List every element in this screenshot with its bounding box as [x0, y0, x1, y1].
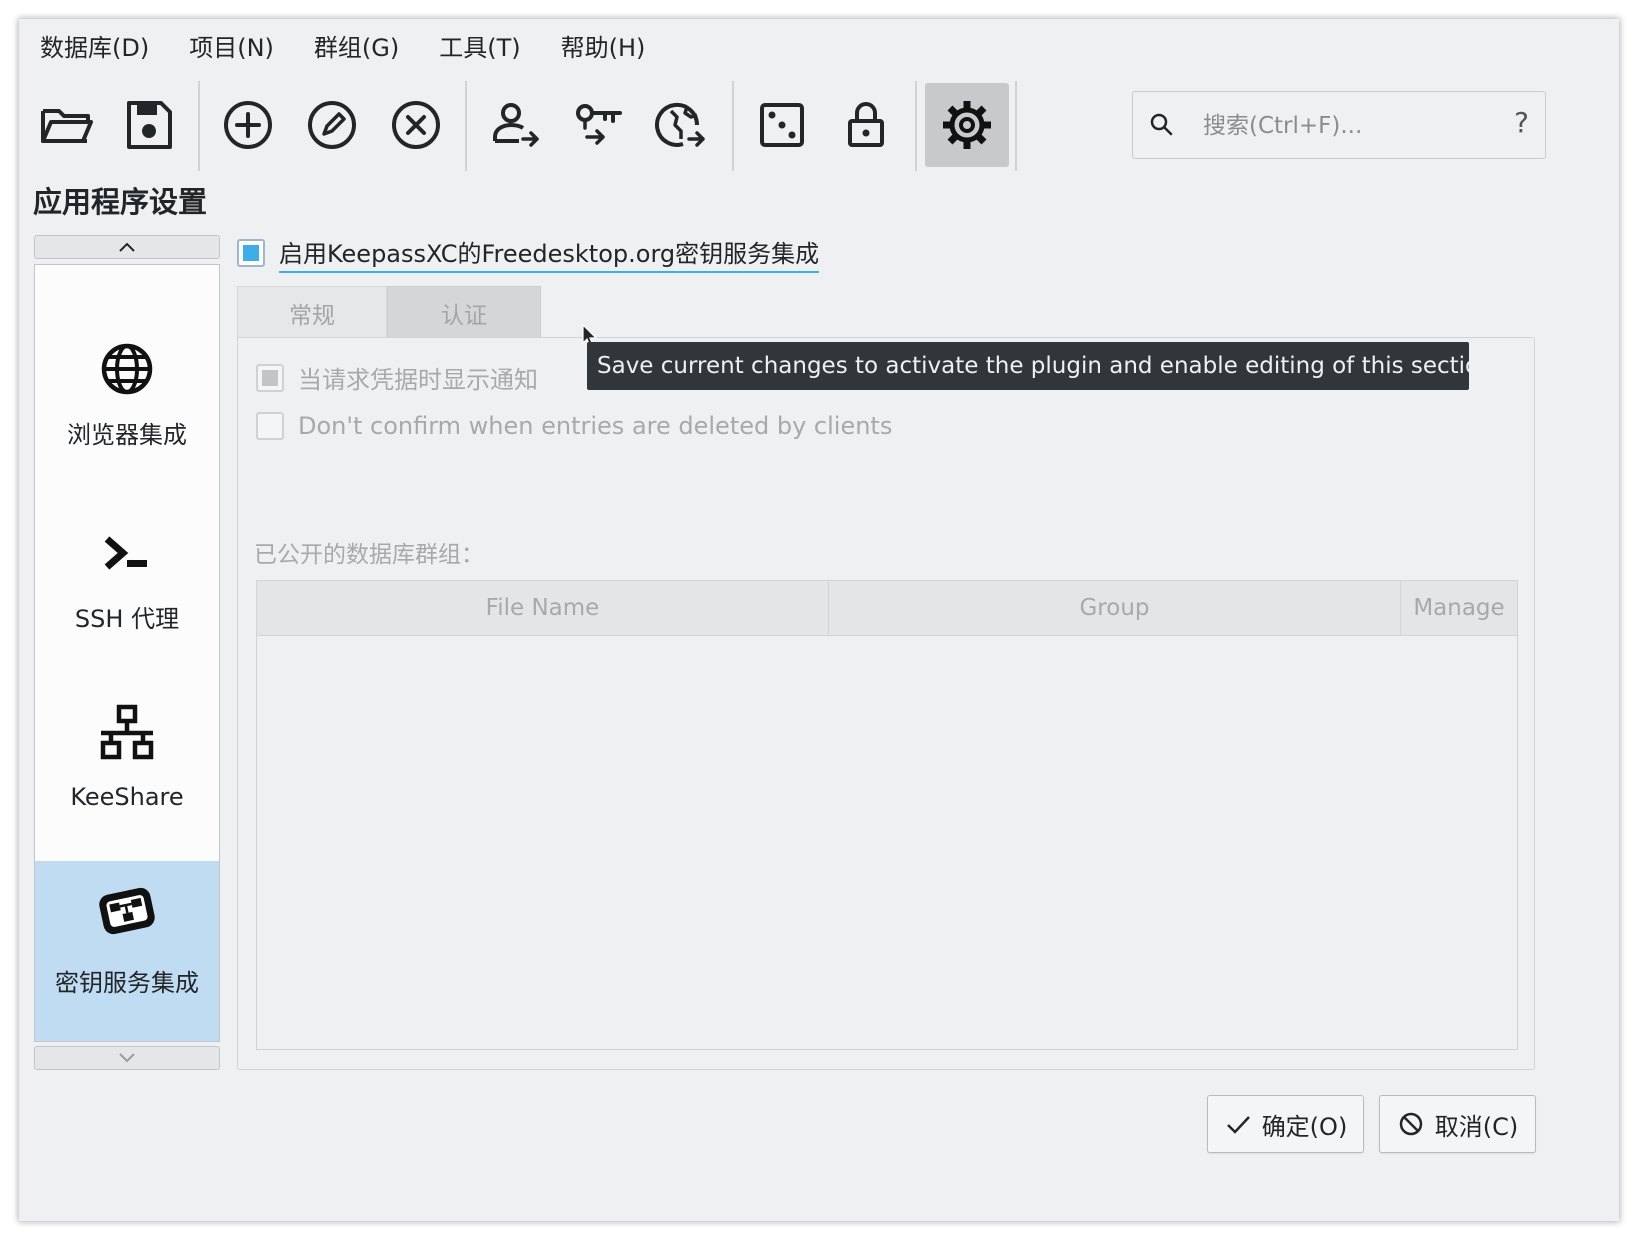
exposed-groups-table[interactable]: File Name Group Manage [256, 580, 1518, 1050]
lock-database-icon [848, 102, 884, 147]
folder-open-icon [41, 109, 93, 143]
copy-username-icon [493, 103, 539, 147]
show-notification-option[interactable]: 当请求凭据时显示通知 [256, 360, 538, 395]
chevron-up-icon [119, 242, 135, 252]
globe-icon [101, 343, 153, 395]
application-settings-window: 数据库(D) 项目(N) 群组(G) 工具(T) 帮助(H) 搜索(Ctrl+F… [19, 19, 1619, 1221]
secret-service-icon [99, 887, 155, 935]
delete-entry-button[interactable] [374, 83, 458, 167]
toolbar-separator [732, 81, 734, 171]
copy-password-button[interactable] [557, 83, 641, 167]
dont-confirm-delete-checkbox[interactable] [256, 412, 284, 440]
tab-general[interactable]: 常规 [237, 286, 387, 338]
cancel-icon [1399, 1112, 1422, 1136]
sidebar-scroll-up-button[interactable] [34, 235, 220, 259]
show-notification-checkbox[interactable] [256, 363, 284, 392]
exposed-groups-label: 已公开的数据库群组： [254, 542, 484, 568]
toolbar-separator [1015, 81, 1017, 171]
general-tab-panel: 当请求凭据时显示通知 Don't confirm when entries ar… [237, 337, 1535, 1070]
settings-button[interactable] [925, 83, 1009, 167]
ok-button-label: 确定(O) [1261, 1112, 1348, 1141]
category-secret-service[interactable]: 密钥服务集成 [35, 861, 219, 1041]
search-input[interactable] [1201, 102, 1495, 150]
chevron-down-icon [119, 1053, 135, 1063]
category-label: 密钥服务集成 [55, 969, 199, 997]
menu-database[interactable]: 数据库(D) [19, 19, 168, 77]
category-label: SSH 代理 [74, 605, 180, 633]
category-browser-integration[interactable]: 浏览器集成 [35, 309, 219, 493]
table-header: File Name Group Manage [257, 581, 1517, 636]
cancel-button-label: 取消(C) [1434, 1112, 1519, 1141]
column-header-file-name[interactable]: File Name [257, 581, 829, 635]
toolbar-separator [198, 81, 200, 171]
copy-password-icon [576, 104, 622, 145]
page-title: 应用程序设置 [33, 185, 208, 219]
toolbar-separator [465, 81, 467, 171]
search-icon [1150, 113, 1173, 136]
show-notification-label: 当请求凭据时显示通知 [298, 366, 538, 394]
copy-username-button[interactable] [473, 83, 557, 167]
cancel-button[interactable]: 取消(C) [1379, 1095, 1536, 1153]
enable-secret-service-label[interactable]: 启用KeepassXC的Freedesktop.org密钥服务集成 [279, 234, 820, 273]
checkbox-checked-mark [262, 369, 278, 386]
toolbar-separator [915, 81, 917, 171]
add-entry-button[interactable] [206, 83, 290, 167]
menu-groups[interactable]: 群组(G) [293, 19, 418, 77]
menu-entries[interactable]: 项目(N) [168, 19, 293, 77]
network-icon [100, 704, 154, 760]
enable-secret-service-row[interactable]: 启用KeepassXC的Freedesktop.org密钥服务集成 [237, 234, 820, 273]
dont-confirm-delete-label: Don't confirm when entries are deleted b… [298, 412, 893, 440]
edit-entry-button[interactable] [290, 83, 374, 167]
save-database-button[interactable] [107, 83, 191, 167]
checkmark-icon [1226, 1116, 1250, 1134]
tooltip: Save current changes to activate the plu… [587, 342, 1469, 390]
category-keeshare[interactable]: KeeShare [35, 677, 219, 861]
edit-entry-icon [308, 101, 356, 149]
open-database-button[interactable] [25, 83, 109, 167]
ok-button[interactable]: 确定(O) [1207, 1095, 1364, 1153]
column-header-manage[interactable]: Manage [1401, 581, 1517, 635]
search-box[interactable]: ? [1132, 91, 1546, 159]
menu-help[interactable]: 帮助(H) [540, 19, 665, 77]
add-entry-icon [224, 101, 272, 149]
category-ssh-agent[interactable]: SSH 代理 [35, 493, 219, 677]
lock-database-button[interactable] [824, 83, 908, 167]
delete-entry-icon [392, 101, 440, 149]
sidebar-scroll-down-button[interactable] [34, 1046, 220, 1070]
column-header-group[interactable]: Group [829, 581, 1401, 635]
menu-tools[interactable]: 工具(T) [418, 19, 539, 77]
password-generator-icon [760, 103, 804, 147]
copy-url-button[interactable] [641, 83, 725, 167]
enable-secret-service-checkbox[interactable] [237, 239, 265, 267]
category-label: KeeShare [70, 783, 184, 811]
category-label: 浏览器集成 [67, 421, 187, 449]
password-generator-button[interactable] [740, 83, 824, 167]
tab-authentication[interactable]: 认证 [387, 286, 541, 338]
dont-confirm-delete-option[interactable]: Don't confirm when entries are deleted b… [256, 412, 892, 440]
search-help-button[interactable]: ? [1514, 106, 1529, 139]
settings-category-list: 浏览器集成 SSH 代理 KeeShare 密钥服务集成 [34, 264, 220, 1042]
settings-icon [943, 101, 991, 149]
terminal-icon [104, 536, 147, 570]
menu-bar: 数据库(D) 项目(N) 群组(G) 工具(T) 帮助(H) [19, 19, 664, 77]
copy-url-icon [655, 102, 705, 147]
save-icon [127, 101, 172, 149]
checkbox-partial-mark [243, 245, 259, 261]
